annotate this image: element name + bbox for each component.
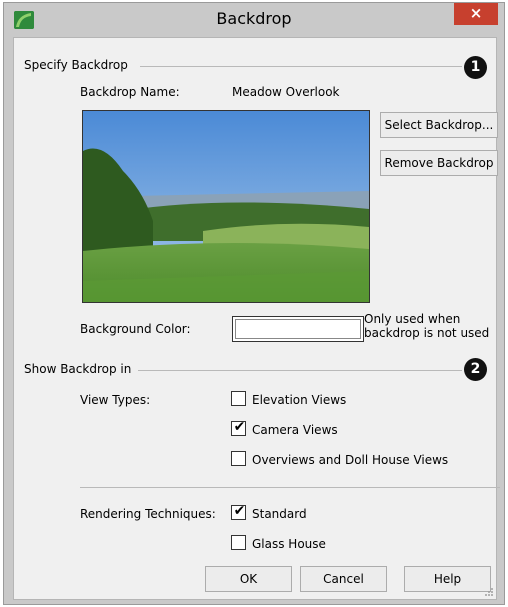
title-bar[interactable]: Backdrop × bbox=[4, 3, 504, 37]
backdrop-name-label: Backdrop Name: bbox=[80, 85, 180, 99]
checkbox-camera-views[interactable]: ✔ bbox=[231, 419, 246, 436]
help-button[interactable]: Help bbox=[404, 566, 491, 592]
callout-badge-2: 2 bbox=[464, 358, 487, 381]
checkbox-elevation-views[interactable] bbox=[231, 391, 246, 406]
checkbox-glass-house[interactable] bbox=[231, 535, 246, 550]
view-types-label: View Types: bbox=[80, 393, 151, 407]
note-line-1: Only used when bbox=[364, 312, 461, 326]
dialog-body: Specify Backdrop 1 Backdrop Name: Meadow… bbox=[13, 37, 500, 600]
remove-backdrop-button[interactable]: Remove Backdrop bbox=[380, 150, 498, 176]
option-label: Elevation Views bbox=[252, 393, 347, 407]
section-divider bbox=[138, 370, 462, 371]
check-mark: ✔ bbox=[233, 419, 246, 435]
checkbox-standard[interactable]: ✔ bbox=[231, 503, 246, 520]
rendering-divider bbox=[80, 487, 500, 488]
option-label: Glass House bbox=[252, 537, 326, 551]
section-divider bbox=[140, 66, 462, 67]
rendering-techniques-label: Rendering Techniques: bbox=[80, 507, 216, 521]
check-mark: ✔ bbox=[233, 503, 246, 519]
section-label-specify-backdrop: Specify Backdrop bbox=[24, 58, 128, 72]
ok-button[interactable]: OK bbox=[205, 566, 292, 592]
resize-grip-icon[interactable] bbox=[484, 587, 494, 597]
close-icon[interactable]: × bbox=[454, 3, 498, 25]
cancel-button[interactable]: Cancel bbox=[300, 566, 387, 592]
select-backdrop-button[interactable]: Select Backdrop... bbox=[380, 112, 498, 138]
callout-badge-1: 1 bbox=[464, 56, 487, 79]
option-label: Standard bbox=[252, 507, 307, 521]
option-label: Camera Views bbox=[252, 423, 338, 437]
section-label-show-backdrop: Show Backdrop in bbox=[24, 362, 132, 376]
note-line-2: backdrop is not used bbox=[364, 326, 490, 340]
background-color-note: Only used when backdrop is not used bbox=[364, 312, 489, 340]
backdrop-dialog: Backdrop × Specify Backdrop 1 Backdrop N… bbox=[3, 2, 505, 605]
background-color-label: Background Color: bbox=[80, 322, 191, 336]
backdrop-name-value: Meadow Overlook bbox=[232, 85, 340, 99]
window-title: Backdrop bbox=[216, 9, 292, 28]
backdrop-preview-image bbox=[82, 110, 370, 303]
option-label: Overviews and Doll House Views bbox=[252, 453, 449, 467]
checkbox-overviews-doll-house[interactable] bbox=[231, 451, 246, 466]
background-color-swatch[interactable] bbox=[232, 316, 364, 342]
